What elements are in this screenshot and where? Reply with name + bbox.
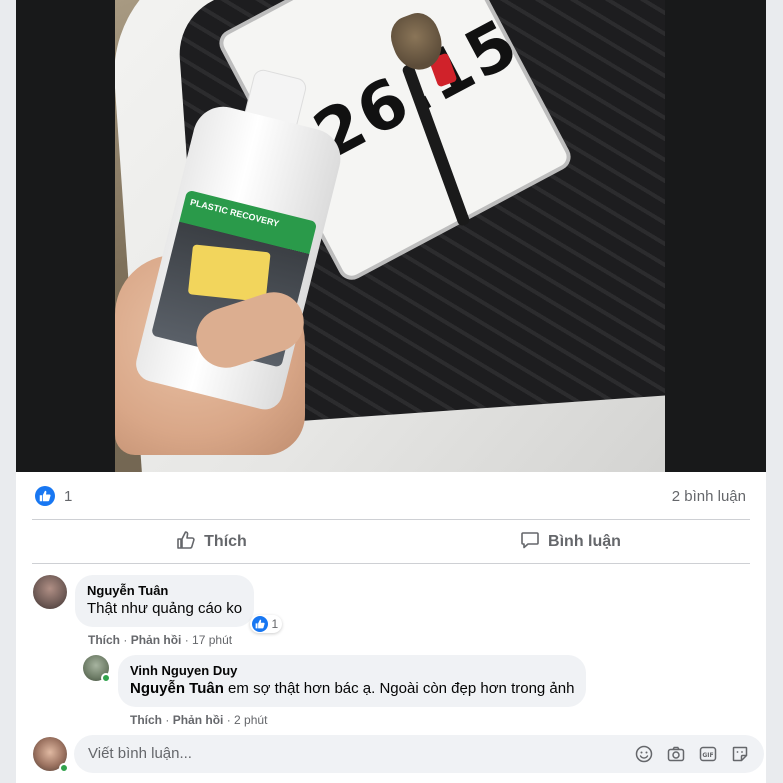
emoji-icon[interactable]	[634, 744, 654, 764]
reply-comment: Vinh Nguyen Duy Nguyễn Tuân em sợ thật h…	[83, 655, 587, 707]
post-stats: 1 2 bình luận	[16, 472, 766, 520]
comment-text: Thật như quảng cáo ko	[87, 600, 243, 617]
comment-composer[interactable]: Viết bình luận... GIF	[74, 735, 764, 773]
comment-reaction[interactable]: 1	[250, 615, 283, 633]
comment-time[interactable]: 17 phút	[192, 633, 232, 647]
like-button-label: Thích	[204, 533, 247, 550]
like-reaction-icon	[252, 616, 269, 632]
like-button[interactable]: Thích	[32, 521, 391, 563]
comment-reply-link[interactable]: Phản hồi	[131, 633, 182, 647]
comment-author[interactable]: Nguyễn Tuân	[87, 582, 242, 599]
online-status-icon	[59, 763, 69, 773]
comment-icon	[520, 530, 540, 555]
gif-icon[interactable]: GIF	[698, 744, 718, 764]
comment-reply-link[interactable]: Phản hồi	[173, 713, 224, 727]
like-reaction-icon[interactable]	[35, 486, 55, 506]
comment-button-label: Bình luận	[548, 533, 621, 550]
bottle-label-text: PLASTIC RECOVERY	[189, 196, 281, 229]
divider	[32, 563, 750, 564]
online-status-icon	[101, 673, 111, 683]
comment-button[interactable]: Bình luận	[391, 521, 750, 563]
camera-icon[interactable]	[666, 744, 686, 764]
post-actions: Thích Bình luận	[32, 521, 750, 563]
comment-mention[interactable]: Nguyễn Tuân	[130, 680, 224, 697]
post-photo[interactable]: 326.15 PLASTIC RECOVERY	[16, 0, 766, 472]
avatar[interactable]	[83, 655, 111, 683]
like-count[interactable]: 1	[64, 488, 72, 505]
sticker-icon[interactable]	[730, 744, 750, 764]
comment-like-link[interactable]: Thích	[130, 713, 162, 727]
comment-input-placeholder[interactable]: Viết bình luận...	[88, 745, 192, 762]
comment-bubble: Nguyễn Tuân Thật như quảng cáo ko 1	[75, 575, 283, 633]
avatar[interactable]	[33, 575, 67, 609]
photo-content: 326.15 PLASTIC RECOVERY	[115, 0, 665, 472]
comment-count[interactable]: 2 bình luận	[672, 488, 746, 505]
comment-meta: Thích · Phản hồi · 17 phút	[88, 633, 233, 647]
comment-text-wrap: Nguyễn Tuân em sợ thật hơn bác ạ. Ngoài …	[130, 679, 574, 699]
svg-text:GIF: GIF	[702, 752, 713, 759]
comment-meta: Thích · Phản hồi · 2 phút	[130, 713, 268, 727]
comment: Nguyễn Tuân Thật như quảng cáo ko 1	[33, 575, 283, 633]
comment-text: em sợ thật hơn bác ạ. Ngoài còn đẹp hơn …	[223, 680, 575, 697]
comment-like-link[interactable]: Thích	[88, 633, 120, 647]
comment-time[interactable]: 2 phút	[234, 713, 267, 727]
post-card: 326.15 PLASTIC RECOVERY 1 2 bình luận Th…	[16, 0, 766, 783]
comment-reaction-count: 1	[271, 617, 279, 631]
comment-bubble: Vinh Nguyen Duy Nguyễn Tuân em sợ thật h…	[118, 655, 587, 707]
comment-author[interactable]: Vinh Nguyen Duy	[130, 662, 574, 679]
divider	[32, 519, 750, 520]
thumbs-up-icon	[176, 530, 196, 555]
composer-icons: GIF	[634, 744, 750, 764]
current-user-avatar[interactable]	[33, 737, 69, 773]
